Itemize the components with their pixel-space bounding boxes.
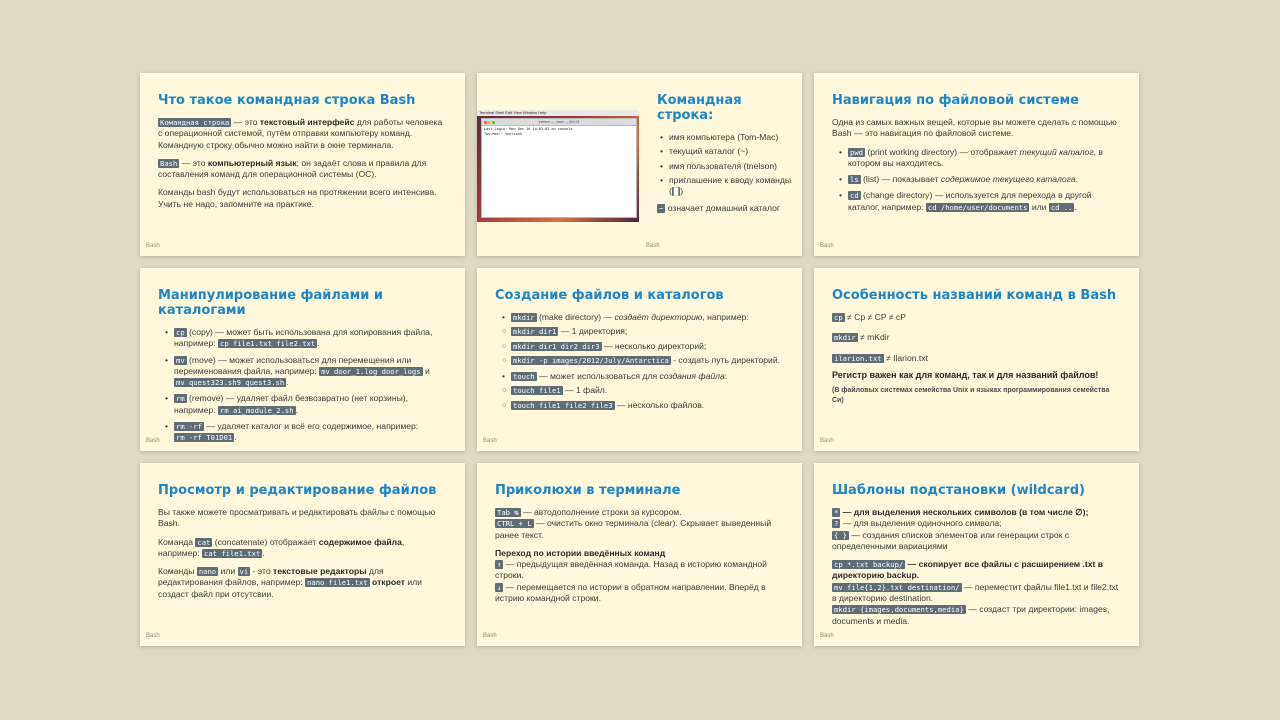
- prompt-parts-list: имя компьютера (Tom-Mac) текущий каталог…: [657, 132, 792, 197]
- list-item: ls (list) — показывает содержимое текуще…: [839, 174, 1121, 186]
- slide-view-edit-files[interactable]: Просмотр и редактирование файлов Вы такж…: [140, 463, 465, 646]
- list-item: touch file1 — 1 файл.: [502, 385, 784, 397]
- terminal-window: tnelson — -bash — 80×24 Last login: Mon …: [481, 118, 637, 218]
- slide-footer: Bash: [146, 437, 160, 444]
- slide-title: Шаблоны подстановки (wildcard): [832, 483, 1085, 498]
- slide-footer: Bash: [820, 437, 834, 444]
- slide-command-line-prompt[interactable]: Terminal Shell Edit View Window Help tne…: [477, 73, 802, 256]
- terminal-screenshot: Terminal Shell Edit View Window Help tne…: [477, 110, 639, 222]
- list-item: mkdir -p images/2012/July/Antarctica - с…: [502, 355, 784, 367]
- paragraph: Tab ↹ — автодополнение строки за курсоро…: [495, 507, 682, 517]
- cursor-icon: █: [671, 187, 681, 197]
- slide-case-sensitivity[interactable]: Особенность названий команд в Bash cp ≠ …: [814, 268, 1139, 451]
- paragraph: ↑ — предыдущая введённая команда. Назад …: [495, 559, 767, 581]
- paragraph: CTRL + L — очистить окно терминала (clea…: [495, 518, 772, 540]
- commands-list: cp (copy) — может быть использована для …: [158, 327, 447, 444]
- list-item: текущий каталог (~): [660, 146, 792, 158]
- slide-title: Просмотр и редактирование файлов: [158, 483, 437, 498]
- section-heading: Переход по истории введённых команд: [495, 547, 666, 558]
- paragraph: Команды nano или vi - это текстовые реда…: [158, 566, 422, 599]
- slide-wildcards[interactable]: Шаблоны подстановки (wildcard) * — для в…: [814, 463, 1139, 646]
- paragraph: Команды bash будут использоваться на про…: [158, 187, 437, 209]
- commands-list: mkdir (make directory) — создаёт директо…: [495, 312, 784, 411]
- paragraph: cp *.txt backup/ — скопирует все файлы с…: [832, 559, 1104, 581]
- list-item: rm (remove) — удаляет файл безвозвратно …: [165, 393, 447, 416]
- list-item: touch — может использоваться для создани…: [502, 371, 784, 383]
- slide-title: Приколюхи в терминале: [495, 483, 681, 498]
- list-item: touch file1 file2 file3 — несколько файл…: [502, 400, 784, 412]
- paragraph: cp ≠ Cp ≠ CP ≠ cP: [832, 312, 906, 322]
- terminal-title: tnelson — -bash — 80×24: [482, 119, 636, 126]
- slide-footer: Bash: [483, 437, 497, 444]
- paragraph: { } — создания списков элементов или ген…: [832, 529, 1070, 551]
- paragraph: mkdir {images,documents,media} — создаст…: [832, 604, 1110, 626]
- list-item: mv (move) — может использоваться для пер…: [165, 355, 447, 389]
- slide-footer: Bash: [820, 242, 834, 249]
- terminal-output: Last login: Mon Dec 16 14:03:02 on conso…: [484, 127, 573, 136]
- slide-footer: Bash: [646, 242, 660, 249]
- paragraph: ? — для выделения одиночного символа;: [832, 518, 1002, 529]
- term-menubar: Terminal Shell Edit View Window Help: [477, 110, 639, 116]
- paragraph: mkdir ≠ mKdir: [832, 332, 890, 343]
- slide-filesystem-navigation[interactable]: Навигация по файловой системе Одна из са…: [814, 73, 1139, 256]
- slide-what-is-command-line[interactable]: Что такое командная строка Bash Командна…: [140, 73, 465, 256]
- paragraph: Вы также можете просматривать и редактир…: [158, 507, 436, 529]
- slide-title: Создание файлов и каталогов: [495, 288, 724, 303]
- list-item: mkdir (make directory) — создаёт директо…: [502, 312, 784, 324]
- paragraph: (В файловых системах семейства Unix и яз…: [832, 387, 1110, 405]
- list-item: pwd (print working directory) — отобража…: [839, 147, 1121, 170]
- slide-create-files[interactable]: Создание файлов и каталогов mkdir (make …: [477, 268, 802, 451]
- list-item: cd (change directory) — используется для…: [839, 190, 1121, 213]
- list-item: mkdir dir1 dir2 dir3 — несколько директо…: [502, 341, 784, 353]
- slide-title: Навигация по файловой системе: [832, 93, 1079, 108]
- list-item: mkdir dir1 — 1 директория;: [502, 326, 784, 338]
- paragraph: Bash — это компьютерный язык; он задаёт …: [158, 157, 427, 180]
- paragraph: ilarion.txt ≠ Ilarion.txt: [832, 352, 928, 363]
- paragraph: mv file{1,2}.txt destination/ — перемест…: [832, 581, 1119, 604]
- paragraph: ~ означает домашний каталог: [657, 203, 781, 214]
- slide-footer: Bash: [146, 242, 160, 249]
- slide-footer: Bash: [483, 632, 497, 639]
- paragraph: * — для выделения нескольких символов (в…: [832, 507, 1089, 517]
- slide-terminal-tricks[interactable]: Приколюхи в терминале Tab ↹ — автодополн…: [477, 463, 802, 646]
- list-item: приглашение к вводу команды (█): [660, 175, 792, 198]
- paragraph: Регистр важен как для команд, так и для …: [832, 369, 1099, 380]
- slide-file-manipulation[interactable]: Манипулирование файлами и каталогами cp …: [140, 268, 465, 451]
- list-item: cp (copy) — может быть использована для …: [165, 327, 447, 350]
- commands-list: pwd (print working directory) — отобража…: [832, 147, 1121, 213]
- slide-title: Командная строка:: [657, 93, 742, 123]
- slide-title: Особенность названий команд в Bash: [832, 288, 1117, 303]
- paragraph: Командная строка — это текстовый интерфе…: [158, 117, 443, 150]
- list-item: rm -rf — удаляет каталог и всё его содер…: [165, 421, 447, 444]
- slide-title: Что такое командная строка Bash: [158, 93, 416, 108]
- paragraph: Одна из самых важных вещей, которые вы м…: [832, 117, 1117, 139]
- list-item: имя компьютера (Tom-Mac): [660, 132, 792, 144]
- paragraph: ↓ — перемещается по истории в обратном н…: [495, 581, 766, 604]
- slide-footer: Bash: [820, 632, 834, 639]
- paragraph: Команда cat (concatenate) отображает сод…: [158, 536, 405, 558]
- slide-footer: Bash: [146, 632, 160, 639]
- slide-title: Манипулирование файлами и каталогами: [158, 288, 383, 318]
- list-item: имя пользователя (tnelson): [660, 161, 792, 173]
